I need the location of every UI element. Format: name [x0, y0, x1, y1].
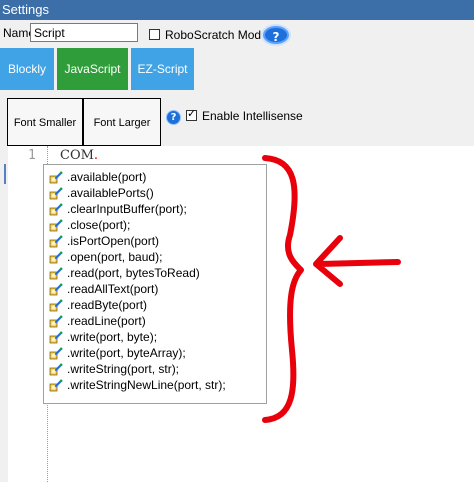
method-icon — [49, 299, 63, 312]
suggestion-label: .readByte(port) — [67, 298, 148, 312]
intellisense-label: Enable Intellisense — [202, 109, 303, 123]
line-gutter — [8, 146, 48, 482]
method-icon — [49, 235, 63, 248]
suggestion-label: .open(port, baud); — [67, 250, 163, 264]
font-larger-button[interactable]: Font Larger — [83, 98, 161, 146]
suggestion-item[interactable]: .write(port, byte); — [49, 329, 157, 345]
suggestion-item[interactable]: .open(port, baud); — [49, 249, 162, 265]
method-icon — [49, 219, 63, 232]
method-icon — [49, 267, 63, 280]
suggestion-label: .clearInputBuffer(port); — [67, 202, 187, 216]
help-icon[interactable]: ? — [263, 26, 289, 44]
suggestion-item[interactable]: .write(port, byteArray); — [49, 345, 186, 361]
suggestion-item[interactable]: .read(port, bytesToRead) — [49, 265, 200, 281]
suggestion-label: .read(port, bytesToRead) — [67, 266, 200, 280]
suggestion-label: .writeStringNewLine(port, str); — [67, 378, 226, 392]
method-icon — [49, 187, 63, 200]
suggestion-item[interactable]: .close(port); — [49, 217, 130, 233]
tab-ezscript[interactable]: EZ-Script — [131, 48, 194, 90]
code-line[interactable]: COM. — [60, 148, 98, 163]
suggestion-label: .available(port) — [67, 170, 147, 184]
suggestion-item[interactable]: .isPortOpen(port) — [49, 233, 159, 249]
roboscratch-checkbox[interactable] — [149, 29, 160, 40]
suggestion-item[interactable]: .readLine(port) — [49, 313, 146, 329]
method-icon — [49, 347, 63, 360]
method-icon — [49, 251, 63, 264]
intellisense-popup[interactable]: .available(port) .availablePorts() .clearI… — [43, 164, 267, 404]
suggestion-label: .write(port, byteArray); — [67, 346, 186, 360]
suggestion-label: .close(port); — [67, 218, 131, 232]
suggestion-item[interactable]: .clearInputBuffer(port); — [49, 201, 187, 217]
window-title: Settings — [0, 0, 474, 20]
tab-javascript[interactable]: JavaScript — [57, 48, 128, 90]
code-text: COM — [60, 148, 94, 163]
suggestion-label: .readLine(port) — [67, 314, 146, 328]
suggestion-label: .availablePorts() — [67, 186, 154, 200]
method-icon — [49, 203, 63, 216]
name-input[interactable] — [30, 23, 138, 42]
intellisense-checkbox[interactable] — [186, 107, 197, 121]
code-dot: . — [93, 148, 99, 163]
roboscratch-label: RoboScratch Module — [165, 28, 278, 42]
suggestion-item[interactable]: .writeString(port, str); — [49, 361, 179, 377]
method-icon — [49, 379, 63, 392]
suggestion-label: .writeString(port, str); — [67, 362, 180, 376]
font-smaller-button[interactable]: Font Smaller — [7, 98, 83, 146]
tab-blockly[interactable]: Blockly — [0, 48, 54, 90]
method-icon — [49, 331, 63, 344]
suggestion-item[interactable]: .readAllText(port) — [49, 281, 158, 297]
suggestion-label: .readAllText(port) — [67, 282, 159, 296]
method-icon — [49, 283, 63, 296]
suggestion-item[interactable]: .readByte(port) — [49, 297, 147, 313]
method-icon — [49, 363, 63, 376]
method-icon — [49, 171, 63, 184]
suggestion-label: .isPortOpen(port) — [67, 234, 160, 248]
editor-edge-marker — [4, 164, 6, 184]
suggestion-label: .write(port, byte); — [67, 330, 158, 344]
suggestion-item[interactable]: .availablePorts() — [49, 185, 154, 201]
help-icon-small[interactable]: ? — [166, 110, 181, 125]
suggestion-item[interactable]: .available(port) — [49, 169, 146, 185]
method-icon — [49, 315, 63, 328]
line-number: 1 — [28, 148, 36, 163]
suggestion-item[interactable]: .writeStringNewLine(port, str); — [49, 377, 226, 393]
